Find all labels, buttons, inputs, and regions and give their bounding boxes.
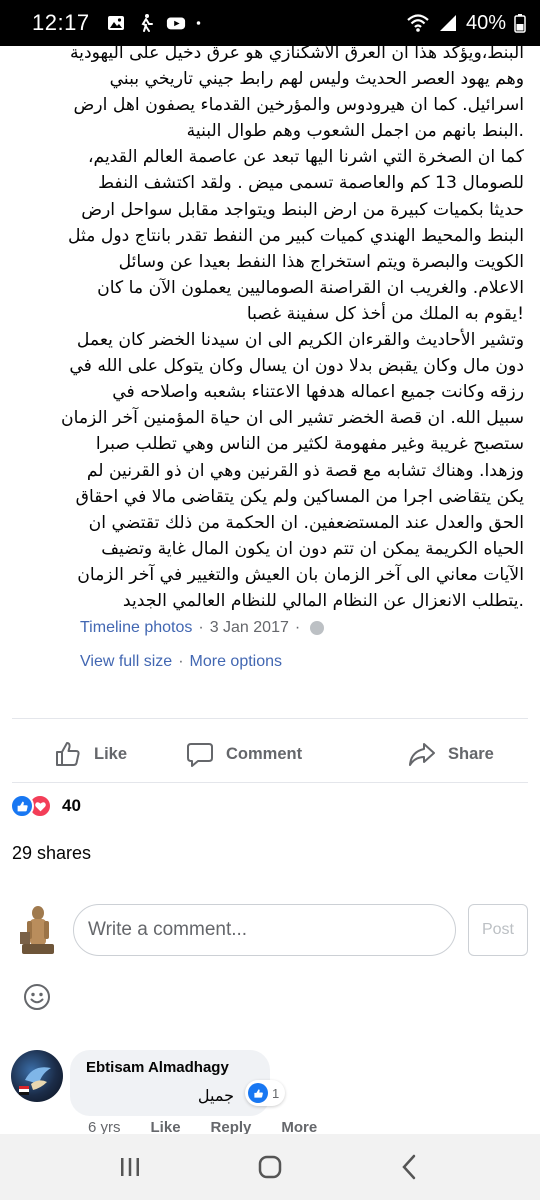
post-text-line: .يتطلب الانعزال عن النظام المالي للنظام …: [122, 590, 524, 611]
post-text-line: الحياه الكريمة يمكن ان تتم دون ان يكون ا…: [101, 538, 524, 559]
youtube-icon: [166, 17, 185, 30]
comment-label: Comment: [226, 744, 303, 763]
like-reaction-icon: [10, 794, 34, 818]
post-text-line: البنط والمحيط الهندي كميات كبير من النفط…: [67, 225, 524, 246]
comment-button[interactable]: Comment: [186, 740, 302, 768]
home-icon[interactable]: [255, 1152, 285, 1182]
dot-icon: [196, 21, 200, 25]
reactions-count: 40: [62, 796, 81, 815]
like-reaction-icon: [248, 1083, 268, 1103]
post-text-line: الاعلام. والغريب ان القراصنة الصوماليين …: [97, 277, 524, 298]
post-body: البنط،ويؤكد هذا ان العرق الأشكنازي هو عر…: [0, 40, 540, 614]
share-button[interactable]: Share: [408, 740, 494, 768]
post-text-line: يكن يتقاضى اجرا من المساكين ولم يكن يتقا…: [75, 486, 524, 507]
comment-reactions[interactable]: 1: [245, 1080, 286, 1106]
status-time: 12:17: [32, 10, 90, 35]
wifi-icon: [407, 14, 429, 32]
emoji-icon[interactable]: [23, 983, 51, 1011]
comment-reaction-count: 1: [272, 1085, 280, 1101]
meta-separator: ·: [294, 619, 301, 636]
back-icon[interactable]: [395, 1152, 425, 1182]
post-text-line: اسرائيل. كما ان هيرودوس والمؤرخين القدما…: [73, 95, 524, 116]
system-icons: 40%: [406, 12, 526, 35]
comment-placeholder: Write a comment...: [88, 919, 248, 940]
photo-icon: [107, 16, 124, 30]
post-text-line: وهم يهود العصر الحديث وليس لهم رابط جيني…: [109, 69, 524, 90]
view-full-size-link[interactable]: View full size: [80, 653, 172, 671]
post-text-line: ستصبح غريبة وغير مفهومة لكثير من الناس و…: [95, 434, 524, 455]
comment-composer: Write a comment... Post: [0, 900, 540, 962]
post-actions: Like Comment Share: [0, 735, 540, 773]
post-text-line: حديثا بكميات كبيرة من ارض البنط ويتواجد …: [81, 199, 524, 220]
walk-icon: [141, 14, 153, 32]
comment-icon: [187, 743, 213, 767]
post-text-line: دون مال وكان يقبض بدلا دون ان يسال وكان …: [69, 356, 524, 377]
avatar[interactable]: [16, 904, 60, 956]
post-text-line: كما ان الصخرة التي اشرنا اليها تبعد عن ع…: [87, 147, 524, 168]
notification-icons: [106, 13, 206, 33]
battery-percent: 40%: [465, 11, 506, 34]
globe-icon: [310, 621, 325, 635]
post-text-line: وزهدا. وهناك تشابه مع قصة ذو القرنين وهي…: [86, 460, 524, 481]
post-meta: Timeline photos · 3 Jan 2017 ·: [80, 619, 325, 637]
post-text-line: رزقه وكانت جميع اعماله هدفها الاعتناء بش…: [112, 382, 524, 403]
post-date[interactable]: 3 Jan 2017: [210, 619, 289, 637]
meta-separator: ·: [178, 653, 184, 670]
photo-links: View full size · More options: [80, 653, 282, 671]
like-icon: [56, 742, 80, 766]
album-link[interactable]: Timeline photos: [80, 619, 192, 637]
recents-icon[interactable]: [115, 1152, 145, 1182]
post-text-line: للصومال 13 كم والعاصمة تسمى ميض . ولقد ا…: [98, 173, 524, 194]
signal-icon: [439, 15, 456, 31]
post-comment-button[interactable]: Post: [468, 904, 528, 956]
commenter-avatar[interactable]: [11, 1050, 63, 1102]
like-label: Like: [94, 744, 128, 763]
share-label: Share: [448, 744, 494, 763]
post-text-line: الكويت والبصرة ويتم استخراج هذا النفط بع…: [118, 251, 524, 272]
meta-separator: ·: [198, 619, 204, 636]
reactions-summary[interactable]: 40: [10, 794, 81, 818]
comment-text: جميل: [197, 1086, 234, 1105]
like-button[interactable]: Like: [54, 740, 127, 768]
more-options-link[interactable]: More options: [190, 653, 283, 671]
post-text-line: الحق والعدل عند المستضعفين. ان الحكمة من…: [88, 512, 524, 533]
share-icon: [409, 743, 435, 766]
comment-bubble: Ebtisam Almadhagy جميل: [70, 1050, 270, 1116]
divider: [12, 782, 528, 783]
comment-author[interactable]: Ebtisam Almadhagy: [86, 1059, 254, 1076]
post-text-line: الآيات معاني الى آخر الزمان بان العيش وا…: [77, 564, 524, 585]
post-text-line: سبيل الله. ان قصة الخضر تشير الى ان حياة…: [60, 408, 524, 429]
post-text-line: البنط،ويؤكد هذا ان العرق الأشكنازي هو عر…: [69, 43, 524, 63]
post-text-line: .البنط بانهم من اجمل الشعوب وهم طوال الب…: [186, 121, 524, 142]
post-text-line: وتشير الأحاديث والقرءان الكريم الى ان سي…: [76, 330, 524, 351]
post-text-line: !يقوم به الملك من أخذ كل سفينة غصبا: [246, 303, 524, 324]
comment-input[interactable]: Write a comment...: [73, 904, 456, 956]
android-nav-bar: [0, 1134, 540, 1200]
battery-icon: [514, 14, 526, 33]
divider: [12, 718, 528, 719]
shares-count[interactable]: 29 shares: [12, 843, 91, 864]
